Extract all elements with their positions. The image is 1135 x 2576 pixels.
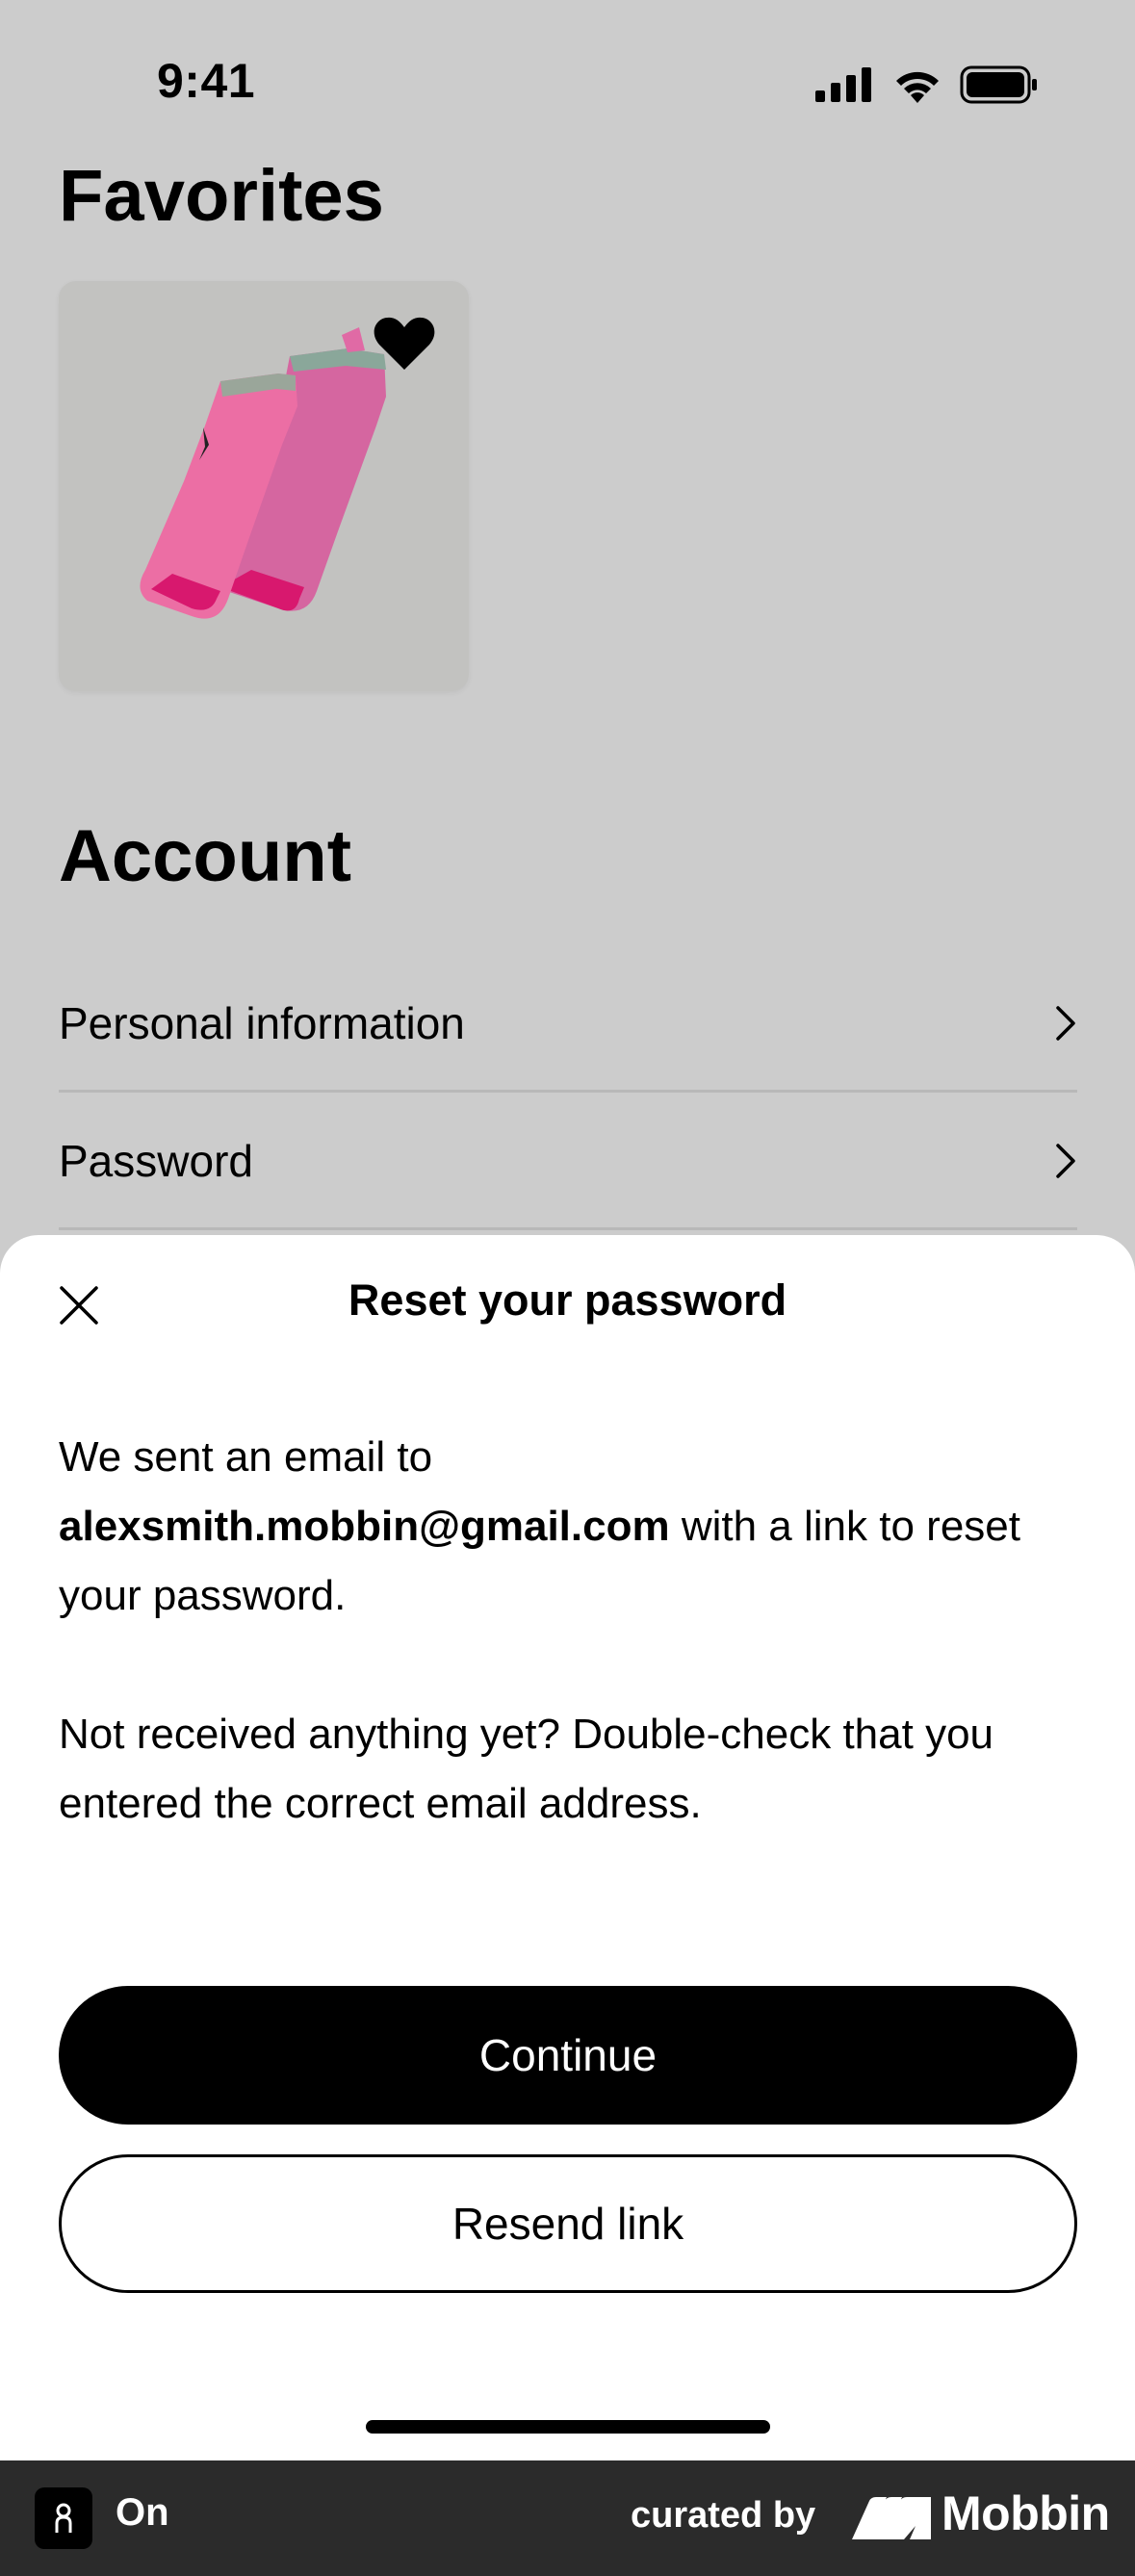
account-item-personal-information[interactable]: Personal information bbox=[59, 956, 1077, 1093]
home-indicator bbox=[366, 2420, 770, 2434]
account-item-label: Personal information bbox=[59, 997, 465, 1048]
status-time: 9:41 bbox=[157, 54, 256, 108]
footer-app-name: On bbox=[116, 2491, 169, 2534]
sheet-message: We sent an email to alexsmith.mobbin@gma… bbox=[59, 1423, 1079, 1839]
sheet-message-1: We sent an email to alexsmith.mobbin@gma… bbox=[59, 1423, 1079, 1631]
resend-link-button[interactable]: Resend link bbox=[59, 2154, 1077, 2293]
status-icons bbox=[815, 64, 1039, 106]
message-prefix: We sent an email to bbox=[59, 1433, 433, 1481]
chevron-right-icon bbox=[1056, 1005, 1075, 1041]
account-title: Account bbox=[59, 815, 351, 897]
on-app-logo bbox=[35, 2487, 92, 2549]
chevron-right-icon bbox=[1056, 1143, 1075, 1178]
mobbin-logo-icon bbox=[852, 2497, 931, 2539]
account-item-password[interactable]: Password bbox=[59, 1094, 1077, 1230]
account-item-label: Password bbox=[59, 1135, 253, 1186]
email-address: alexsmith.mobbin@gmail.com bbox=[59, 1503, 670, 1550]
sheet-message-2: Not received anything yet? Double-check … bbox=[59, 1711, 994, 1827]
favorites-title: Favorites bbox=[59, 155, 384, 237]
wifi-icon bbox=[896, 71, 939, 103]
cellular-signal-icon bbox=[815, 67, 871, 102]
heart-filled-icon[interactable] bbox=[374, 316, 435, 372]
battery-icon bbox=[960, 65, 1037, 104]
footer-brand: Mobbin bbox=[942, 2486, 1110, 2540]
continue-button[interactable]: Continue bbox=[59, 1986, 1077, 2125]
sheet-title: Reset your password bbox=[348, 1275, 787, 1325]
on-logo-icon bbox=[55, 2503, 72, 2533]
footer-curated-by: curated by bbox=[631, 2495, 816, 2536]
attribution-footer: On curated by Mobbin bbox=[0, 2460, 1135, 2576]
